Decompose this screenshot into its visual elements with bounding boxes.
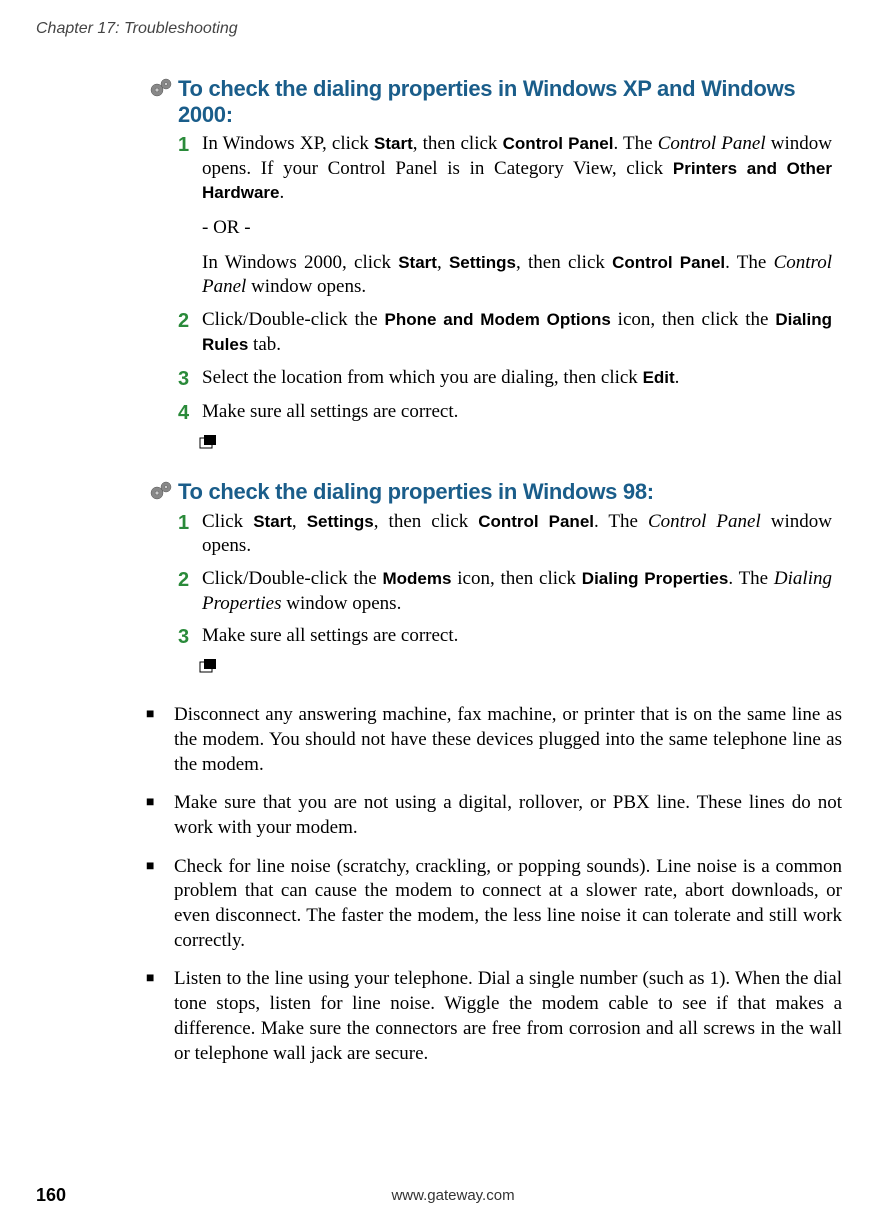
bullet-text: Disconnect any answering machine, fax ma… [174, 703, 842, 777]
step-body: Make sure all settings are correct. [202, 624, 832, 649]
step-number: 3 [178, 366, 198, 392]
step-body: In Windows XP, click Start, then click C… [202, 132, 832, 300]
section-2-heading: To check the dialing properties in Windo… [178, 479, 654, 505]
section-1-step-3: 3 Select the location from which you are… [178, 366, 838, 392]
ui-label-control-panel: Control Panel [503, 134, 614, 153]
step-number: 2 [178, 308, 198, 334]
footer-url: www.gateway.com [391, 1187, 514, 1204]
step-number: 1 [178, 510, 198, 536]
main-content: To check the dialing properties in Windo… [178, 76, 838, 1080]
text: . The [728, 568, 774, 589]
end-of-procedure-icon [198, 434, 838, 457]
text: In Windows 2000, click [202, 252, 398, 273]
bullet-square-icon: ■ [146, 967, 174, 1066]
gears-icon [150, 481, 178, 506]
ui-label-phone-modem: Phone and Modem Options [385, 310, 611, 329]
ui-label-settings: Settings [307, 512, 374, 531]
section-2-step-1: 1 Click Start, Settings, then click Cont… [178, 510, 838, 559]
end-of-procedure-icon [198, 658, 838, 681]
text: , then click [374, 511, 478, 532]
text: Click/Double-click the [202, 309, 385, 330]
text: . [675, 367, 680, 388]
list-item: ■ Make sure that you are not using a dig… [146, 791, 842, 840]
text: , then click [516, 252, 612, 273]
bullet-square-icon: ■ [146, 791, 174, 840]
text: , then click [413, 133, 503, 154]
section-1-step-1: 1 In Windows XP, click Start, then click… [178, 132, 838, 300]
bullet-list: ■ Disconnect any answering machine, fax … [146, 703, 842, 1066]
section-2-heading-row: To check the dialing properties in Windo… [150, 479, 838, 506]
step-body: Click Start, Settings, then click Contro… [202, 510, 832, 559]
step-number: 1 [178, 132, 198, 158]
ui-label-edit: Edit [643, 368, 675, 387]
bullet-text: Listen to the line using your telephone.… [174, 967, 842, 1066]
window-name: Control Panel [648, 511, 761, 532]
text: Click [202, 511, 253, 532]
bullet-text: Make sure that you are not using a digit… [174, 791, 842, 840]
list-item: ■ Listen to the line using your telephon… [146, 967, 842, 1066]
text: . The [594, 511, 648, 532]
step-number: 2 [178, 567, 198, 593]
step-body: Click/Double-click the Modems icon, then… [202, 567, 832, 616]
step-body: Make sure all settings are correct. [202, 400, 832, 425]
text: window opens. [282, 593, 402, 614]
ui-label-start: Start [398, 253, 437, 272]
text: Make sure all settings are correct. [202, 625, 458, 646]
section-1-step-4: 4 Make sure all settings are correct. [178, 400, 838, 426]
text: , [292, 511, 307, 532]
ui-label-start: Start [253, 512, 292, 531]
text: . The [613, 133, 657, 154]
ui-label-start: Start [374, 134, 413, 153]
section-2-step-2: 2 Click/Double-click the Modems icon, th… [178, 567, 838, 616]
text: . [279, 182, 284, 203]
bullet-square-icon: ■ [146, 855, 174, 954]
text: In Windows XP, click [202, 133, 374, 154]
ui-label-control-panel: Control Panel [612, 253, 725, 272]
list-item: ■ Check for line noise (scratchy, crackl… [146, 855, 842, 954]
ui-label-settings: Settings [449, 253, 516, 272]
text: . The [725, 252, 773, 273]
step-number: 3 [178, 624, 198, 650]
text: tab. [248, 334, 281, 355]
window-name: Control Panel [658, 133, 766, 154]
step-body: Click/Double-click the Phone and Modem O… [202, 308, 832, 357]
text: icon, then click [451, 568, 581, 589]
section-1-step-2: 2 Click/Double-click the Phone and Modem… [178, 308, 838, 357]
header-chapter: Chapter 17: Troubleshooting [36, 20, 238, 38]
text: Select the location from which you are d… [202, 367, 643, 388]
section-1-heading: To check the dialing properties in Windo… [178, 76, 838, 128]
or-separator: - OR - [202, 216, 832, 241]
page-number: 160 [36, 1185, 66, 1206]
list-item: ■ Disconnect any answering machine, fax … [146, 703, 842, 777]
ui-label-modems: Modems [382, 569, 451, 588]
step-body: Select the location from which you are d… [202, 366, 832, 391]
step-number: 4 [178, 400, 198, 426]
text: icon, then click the [611, 309, 776, 330]
ui-label-dialing-properties: Dialing Properties [582, 569, 729, 588]
text: Make sure all settings are correct. [202, 401, 458, 422]
bullet-square-icon: ■ [146, 703, 174, 777]
text: Click/Double-click the [202, 568, 382, 589]
text: , [437, 252, 449, 273]
gears-icon [150, 78, 178, 103]
text: window opens. [246, 276, 366, 297]
bullet-text: Check for line noise (scratchy, cracklin… [174, 855, 842, 954]
section-2-step-3: 3 Make sure all settings are correct. [178, 624, 838, 650]
section-1-heading-row: To check the dialing properties in Windo… [150, 76, 838, 128]
page-footer: 160 www.gateway.com [36, 1185, 840, 1206]
ui-label-control-panel: Control Panel [478, 512, 594, 531]
